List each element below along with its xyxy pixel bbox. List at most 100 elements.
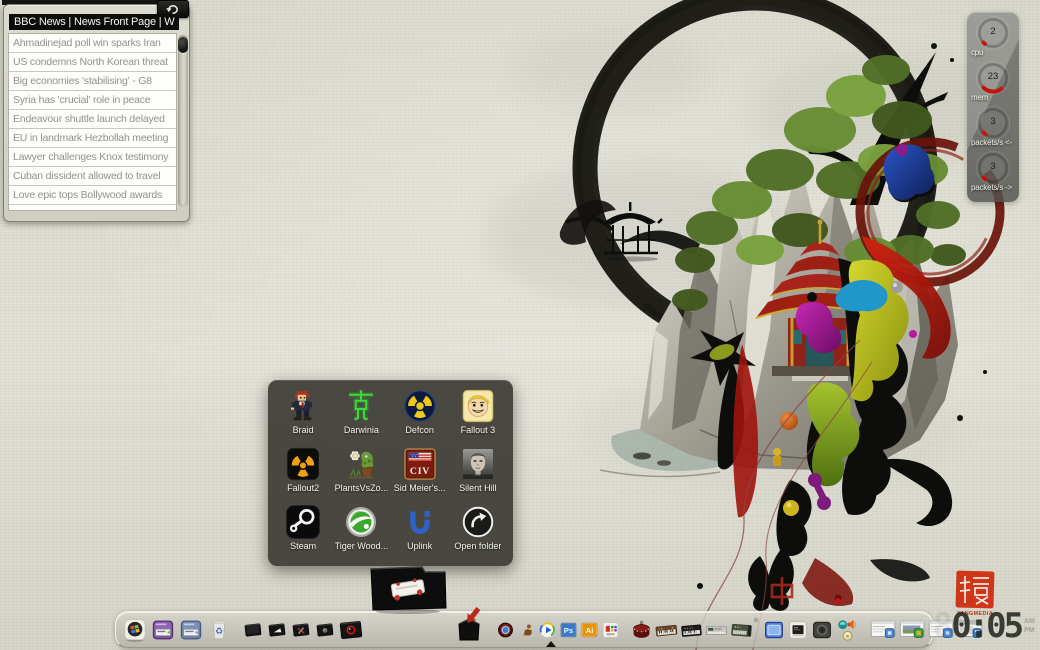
dock-icon-glyph (496, 617, 515, 643)
window-thumbnail (870, 619, 897, 640)
dock-icon-folder-tools[interactable] (290, 615, 312, 645)
dock-icon-downloads[interactable] (452, 615, 486, 645)
dock-icon-start[interactable] (122, 615, 148, 645)
headline-item[interactable]: Syria has 'crucial' role in peace (9, 91, 176, 110)
game-defcon[interactable]: Defcon (391, 388, 449, 445)
game-fallout2[interactable]: Fallout2 (274, 446, 332, 503)
dock-icon-folder-papers[interactable] (266, 615, 288, 645)
dock-icon-folder-media[interactable] (338, 615, 364, 645)
headline-item[interactable]: EU in landmark Hezbollah meeting (9, 129, 176, 148)
game-icon (402, 446, 438, 482)
dock-group-utilities (762, 612, 861, 647)
game-icon (343, 388, 379, 424)
dock-icon-photoshop[interactable] (559, 615, 578, 645)
gauge: 3 packets/s -> (967, 149, 1019, 194)
news-scrollbar-thumb[interactable] (178, 37, 188, 53)
game-label: Tiger Wood... (334, 541, 389, 551)
dock-icon-synth-rack[interactable] (705, 615, 728, 645)
dock-icon-media-player[interactable] (538, 615, 557, 645)
dock-icon-glyph (452, 604, 486, 644)
window-thumbnail (899, 619, 926, 640)
dock-icon-glyph (366, 562, 450, 614)
dock-icon-glyph (811, 617, 833, 643)
dock-icon-glyph (206, 617, 232, 643)
system-monitor-widget: 2 cpu 23 mem 3 packets/s <- 3 packets/s … (967, 12, 1019, 202)
dock-icon-terminal[interactable] (787, 615, 809, 645)
dock-icon-tray-cluster[interactable] (835, 615, 860, 645)
dock-icon-recycle-bin[interactable] (206, 615, 232, 645)
game-plants-vs-zombies[interactable]: PlantsVsZo... (332, 446, 390, 503)
game-label: Uplink (407, 541, 433, 551)
dock-bar (115, 611, 933, 648)
dock-icon-drum-machine[interactable] (630, 615, 653, 645)
dock-icon-midi-keyboard[interactable] (655, 615, 678, 645)
dock-group-music (629, 612, 754, 647)
game-icon (343, 504, 379, 540)
game-icon (460, 446, 496, 482)
dock-icon-glyph (150, 617, 176, 643)
game-uplink[interactable]: Uplink (391, 504, 449, 561)
game-icon (285, 446, 321, 482)
dock-icon-glyph (538, 617, 557, 643)
game-darwinia[interactable]: Darwinia (332, 388, 390, 445)
game-icon (285, 388, 321, 424)
game-sid-meiers-civ[interactable]: Sid Meier's... (391, 446, 449, 503)
dock-icon-file-manager[interactable] (763, 615, 785, 645)
dock-icon-glyph (314, 617, 336, 643)
clock-ghost-digit: 8 (932, 606, 954, 646)
dock-icon-glyph (630, 616, 653, 644)
game-label: Defcon (405, 425, 434, 435)
dock-icon-folder-emblem[interactable] (314, 615, 336, 645)
dock-icon-game-figure[interactable] (517, 615, 536, 645)
headline-item[interactable]: US condemns North Korean threat (9, 53, 176, 72)
dock-icon-browser[interactable] (496, 615, 515, 645)
dock-icon-glyph (290, 617, 312, 643)
dock-icon-keyboard-green[interactable] (730, 615, 753, 645)
gauge-label: cpu (971, 48, 984, 57)
headline-item[interactable]: Cuban dissident allowed to travel (9, 167, 176, 186)
taskbar-thumb-1[interactable] (870, 615, 897, 645)
headline-empty-row (9, 205, 176, 210)
taskbar-thumb-2[interactable] (899, 615, 926, 645)
headline-item[interactable]: Endeavour shuttle launch delayed (9, 110, 176, 129)
gauge: 23 mem (967, 59, 1019, 104)
dock-icon-glyph (559, 617, 578, 643)
game-tiger-woods[interactable]: Tiger Wood... (332, 504, 390, 561)
game-braid[interactable]: Braid (274, 388, 332, 445)
dock-icon-glyph (266, 617, 288, 643)
game-fallout3[interactable]: Fallout 3 (449, 388, 507, 445)
dock-icon-glyph (517, 617, 536, 643)
dock-icon-synth-dark[interactable] (680, 615, 703, 645)
dock-icon-drive-purple[interactable] (150, 615, 176, 645)
headline-item[interactable]: Big economies 'stabilising' - G8 (9, 72, 176, 91)
game-label: Silent Hill (459, 483, 497, 493)
gauge-label: mem (971, 93, 989, 102)
dock-icon-games-folder[interactable] (366, 615, 450, 647)
game-icon (402, 504, 438, 540)
news-feed-title[interactable]: BBC News | News Front Page | W (9, 14, 180, 30)
open-folder[interactable]: Open folder (449, 504, 507, 561)
dock-icon-drive-blue[interactable] (178, 615, 204, 645)
dock-icon-office[interactable] (601, 615, 620, 645)
dock-icon-power[interactable] (811, 615, 833, 645)
game-silent-hill[interactable]: Silent Hill (449, 446, 507, 503)
dock-icon-folder-screens[interactable] (242, 615, 264, 645)
gauge-label: packets/s <- (971, 138, 1012, 147)
news-widget: BBC News | News Front Page | W Ahmadinej… (2, 0, 192, 224)
headline-item[interactable]: Ahmadinejad poll win sparks Iran (9, 34, 176, 53)
dock-icon-glyph (601, 617, 620, 643)
news-scrollbar[interactable] (178, 35, 188, 207)
gauge: 2 cpu (967, 14, 1019, 59)
running-app-indicator (546, 641, 556, 647)
game-icon (460, 504, 496, 540)
gauge-value: 23 (987, 71, 999, 82)
headline-item[interactable]: Lawyer challenges Knox testimony (9, 148, 176, 167)
headline-item[interactable]: Love epic tops Bollywood awards (9, 186, 176, 205)
game-steam[interactable]: Steam (274, 504, 332, 561)
dock-icon-illustrator[interactable] (580, 615, 599, 645)
clock-pm-label: PM (1024, 627, 1035, 634)
dock-group-apps (495, 612, 621, 647)
dock-icon-glyph (705, 616, 728, 644)
game-icon (285, 504, 321, 540)
dock-icon-glyph (580, 617, 599, 643)
